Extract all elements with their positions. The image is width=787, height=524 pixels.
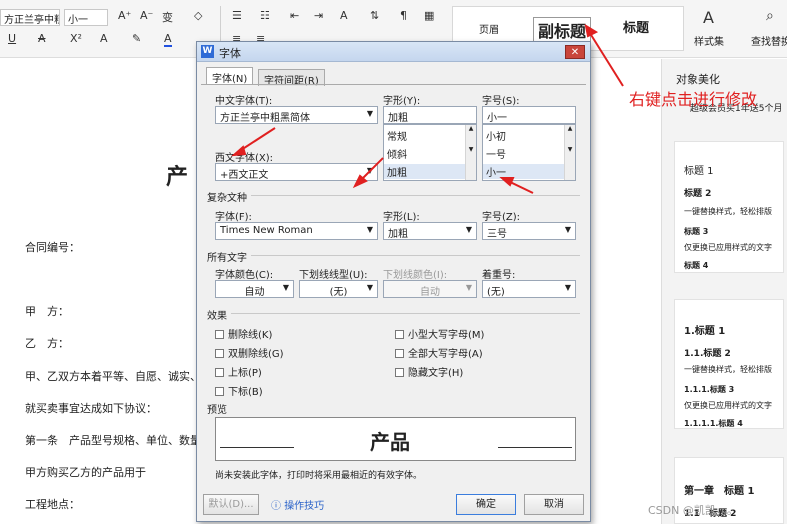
arrow-line [587, 29, 624, 87]
annotation-arrows [231, 23, 624, 194]
arrow-head [499, 177, 515, 187]
arrow-head [584, 23, 599, 38]
arrow-group [231, 23, 624, 194]
arrow-head [231, 145, 247, 157]
watermark: CSDN @凯凯。。。 [648, 504, 738, 517]
